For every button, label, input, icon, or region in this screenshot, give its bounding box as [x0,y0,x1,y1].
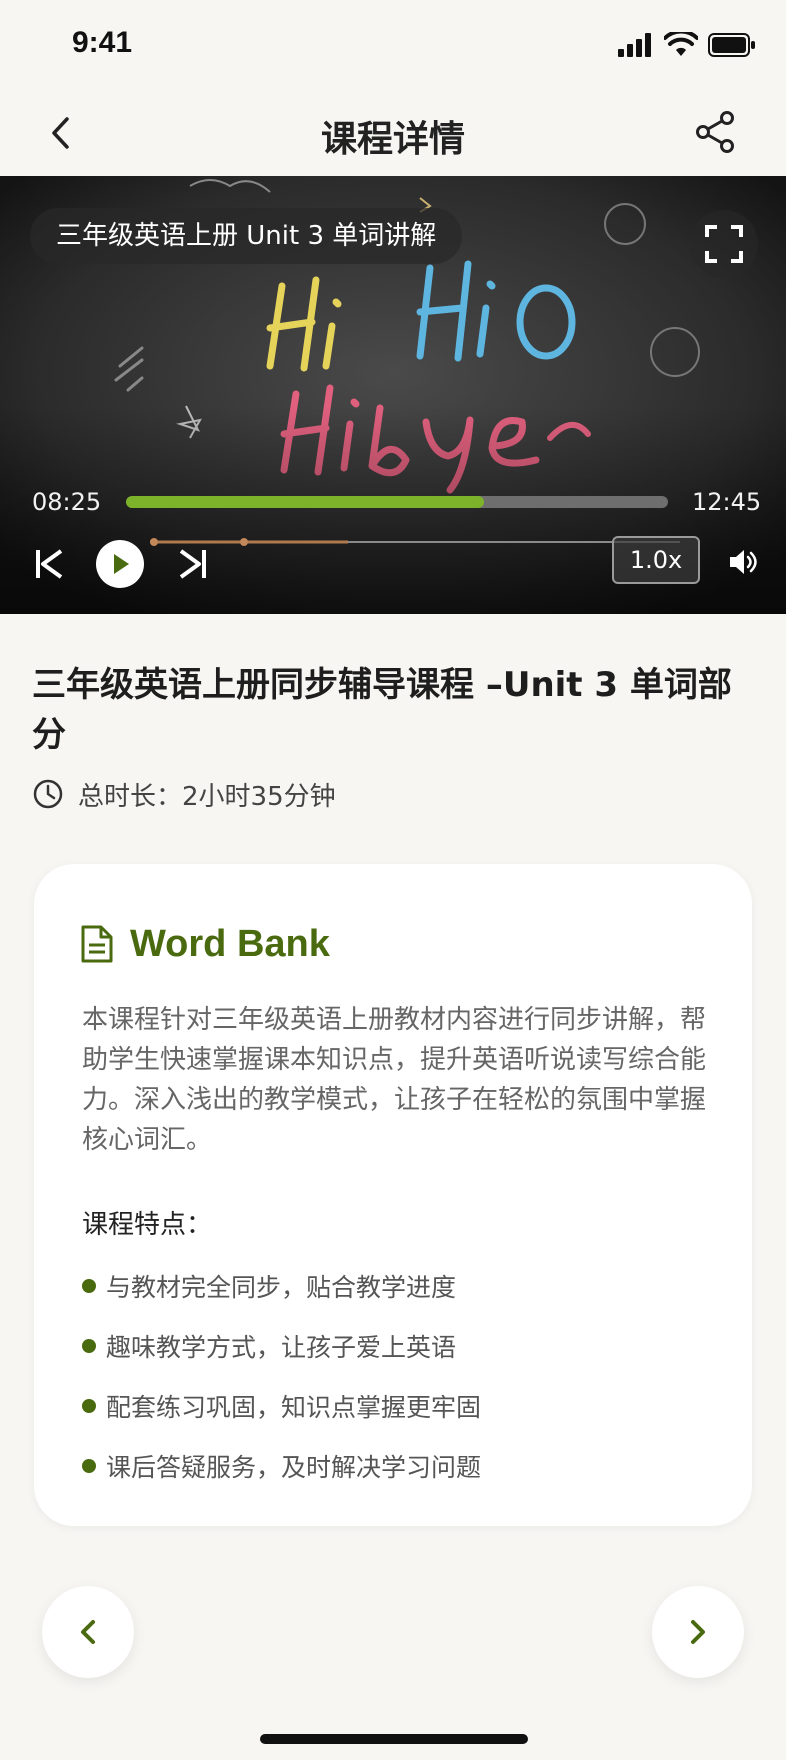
home-indicator [260,1734,528,1744]
next-lesson-button[interactable] [652,1586,744,1678]
fullscreen-button[interactable] [690,210,758,278]
feature-text: 课后答疑服务，及时解决学习问题 [106,1453,482,1482]
volume-icon [730,550,757,574]
video-player[interactable]: 三年级英语上册 Unit 3 单词讲解 08:25 12:45 1.0x [0,176,786,614]
bullet-dot [82,1459,96,1473]
share-button[interactable] [692,108,738,156]
page-title: 课程详情 [320,119,465,160]
list-item: 课后答疑服务，及时解决学习问题 [82,1436,702,1496]
signal-icon [618,33,651,57]
skip-previous-icon [36,549,63,579]
total-duration: 总时长：2小时35分钟 [78,781,336,812]
features-list: 与教材完全同步，贴合教学进度 趣味教学方式，让孩子爱上英语 配套练习巩固，知识点… [82,1256,702,1496]
total-time: 12:45 [692,488,762,516]
play-button[interactable] [96,540,144,588]
skip-previous-button[interactable] [34,548,64,580]
video-overlay-title: 三年级英语上册 Unit 3 单词讲解 [30,208,463,264]
bullet-dot [82,1279,96,1293]
clock-icon [33,779,63,809]
list-item: 趣味教学方式，让孩子爱上英语 [82,1316,702,1376]
features-label: 课程特点： [82,1210,213,1240]
feature-text: 与教材完全同步，贴合教学进度 [106,1273,457,1302]
skip-next-icon [179,549,206,579]
card-header: Word Bank [80,916,330,972]
progress-bar[interactable] [126,496,668,508]
list-item: 配套练习巩固，知识点掌握更牢固 [82,1376,702,1436]
playback-speed-button[interactable]: 1.0x [612,536,700,584]
feature-text: 配套练习巩固，知识点掌握更牢固 [106,1393,482,1422]
list-item: 与教材完全同步，贴合教学进度 [82,1256,702,1316]
battery-icon [708,33,755,57]
skip-next-button[interactable] [178,548,208,580]
course-title: 三年级英语上册同步辅导课程 –Unit 3 单词部分 [32,665,732,755]
status-icons [618,32,756,58]
progress-fill [126,496,484,508]
fullscreen-icon [705,225,743,263]
wifi-icon [664,32,698,56]
play-icon [114,554,129,574]
bullet-dot [82,1399,96,1413]
card-title: Word Bank [130,922,330,965]
volume-button[interactable] [726,546,758,578]
player-controls: 1.0x [0,534,786,594]
document-icon [81,925,113,963]
feature-text: 趣味教学方式，让孩子爱上英语 [106,1333,457,1362]
duration-row: 总时长：2小时35分钟 [32,776,336,812]
chevron-left-icon [81,1620,95,1644]
previous-lesson-button[interactable] [42,1586,134,1678]
current-time: 08:25 [32,488,102,516]
share-icon [696,111,734,153]
course-description: 本课程针对三年级英语上册教材内容进行同步讲解，帮助学生快速掌握课本知识点，提升英… [82,1005,707,1155]
chevron-right-icon [691,1620,705,1644]
status-bar: 9:41 [0,0,786,90]
bullet-dot [82,1339,96,1353]
word-bank-card: Word Bank 本课程针对三年级英语上册教材内容进行同步讲解，帮助学生快速掌… [34,864,752,1526]
nav-bar: 课程详情 [0,90,786,176]
status-time: 9:41 [72,26,133,59]
